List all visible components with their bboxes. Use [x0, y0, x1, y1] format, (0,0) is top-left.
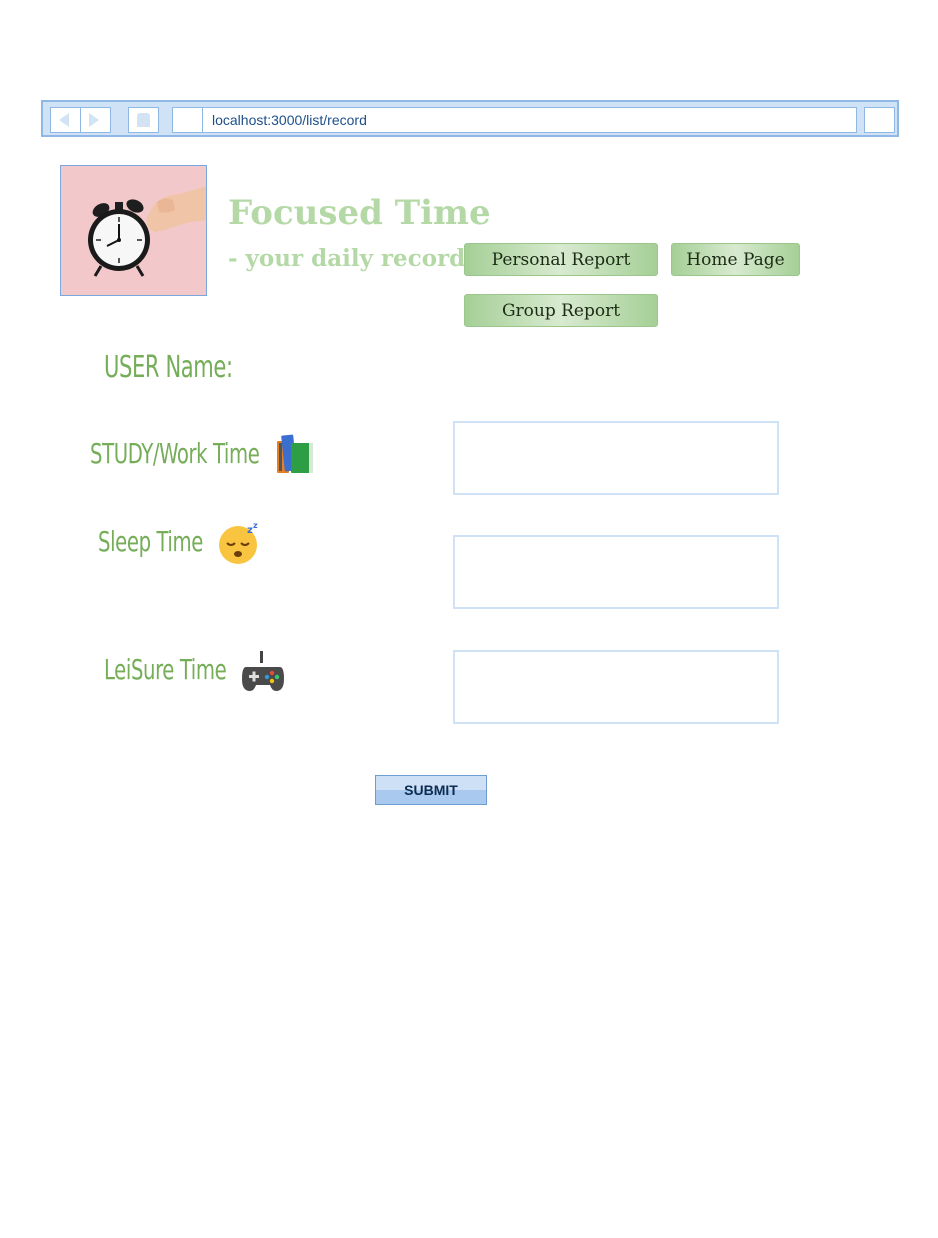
submit-button[interactable]: SUBMIT — [375, 775, 487, 805]
books-icon — [273, 433, 317, 482]
alarm-clock-icon — [61, 166, 206, 295]
sleeping-face-icon: z z — [217, 521, 263, 572]
browser-menu-button[interactable] — [864, 107, 895, 133]
home-icon — [137, 113, 150, 127]
site-title: Focused Time — [228, 193, 491, 233]
nav-divider — [80, 108, 81, 132]
back-arrow-icon[interactable] — [59, 113, 69, 127]
personal-report-button[interactable]: Personal Report — [464, 243, 658, 276]
group-report-button[interactable]: Group Report — [464, 294, 658, 327]
sleep-time-label-row: Sleep Time z z — [98, 521, 258, 564]
study-time-label: STUDY/Work Time — [90, 437, 260, 470]
logo-image — [60, 165, 207, 296]
leisure-time-label: LeiSure Time — [104, 653, 227, 686]
sleep-time-label: Sleep Time — [98, 525, 203, 558]
leisure-time-input[interactable] — [453, 650, 779, 724]
browser-home-button[interactable] — [128, 107, 159, 133]
nav-buttons — [50, 107, 111, 133]
address-prefix-box — [172, 107, 203, 133]
study-time-input[interactable] — [453, 421, 779, 495]
browser-toolbar: localhost:3000/list/record — [41, 100, 899, 137]
page: localhost:3000/list/record Focused Time … — [0, 0, 938, 1238]
username-label: USER Name: — [104, 350, 233, 385]
url-field[interactable]: localhost:3000/list/record — [202, 107, 857, 133]
study-time-label-row: STUDY/Work Time — [90, 434, 314, 473]
svg-text:z: z — [253, 521, 258, 530]
leisure-time-label-row: LeiSure Time — [104, 651, 285, 691]
forward-arrow-icon[interactable] — [89, 113, 99, 127]
site-subtitle: - your daily record — [228, 245, 466, 272]
sleep-time-input[interactable] — [453, 535, 779, 609]
home-page-button[interactable]: Home Page — [671, 243, 800, 276]
game-controller-icon — [240, 649, 286, 700]
